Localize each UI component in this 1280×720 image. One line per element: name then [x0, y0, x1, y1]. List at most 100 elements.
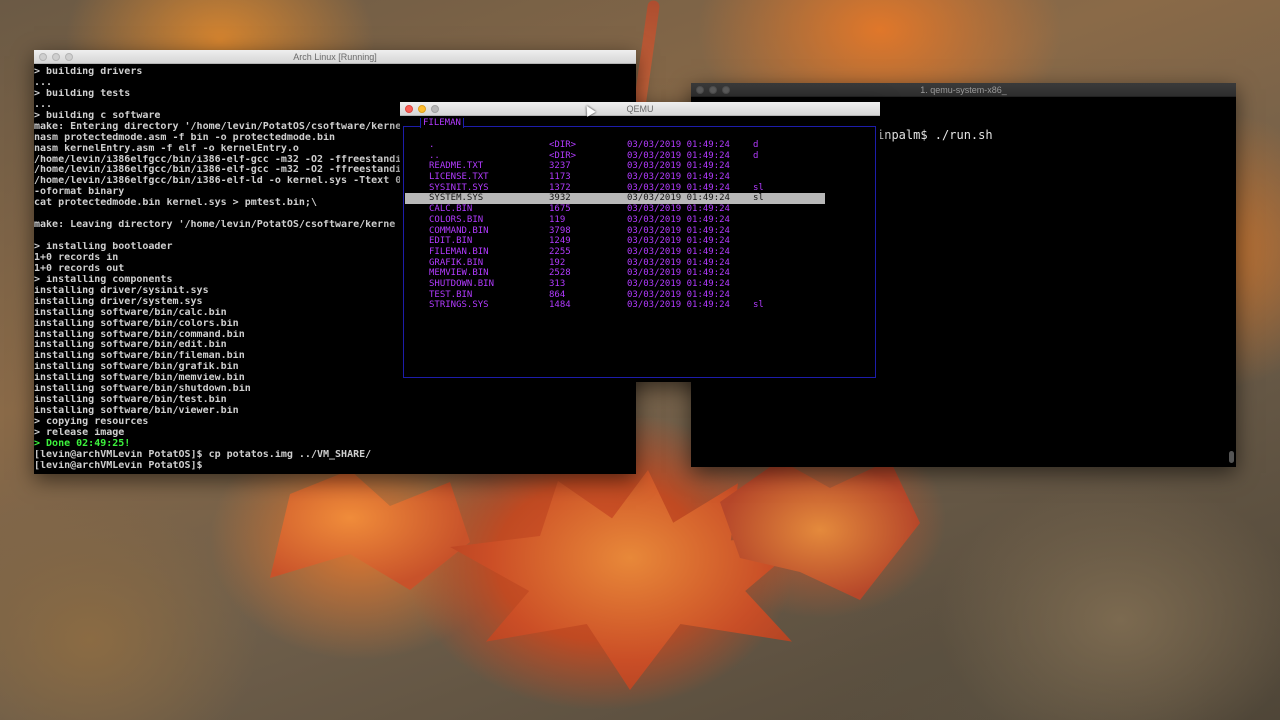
- minimize-button[interactable]: [709, 86, 717, 94]
- file-name: COMMAND.BIN: [429, 225, 489, 236]
- close-button[interactable]: [696, 86, 704, 94]
- fileman-title: FILEMAN: [420, 118, 464, 128]
- file-attributes: d: [753, 150, 759, 161]
- window-controls: [39, 53, 73, 61]
- file-size: <DIR>: [549, 140, 577, 150]
- file-date: 03/03/2019 01:49:24: [627, 289, 730, 300]
- terminal-line: installing software/bin/shutdown.bin: [34, 384, 251, 395]
- file-name: README.TXT: [429, 161, 484, 172]
- file-row[interactable]: STRINGS.SYS 1484 03/03/2019 01:49:24 sl: [405, 300, 825, 311]
- terminal-line: ...: [34, 77, 53, 88]
- file-name: COLORS.BIN: [429, 214, 484, 225]
- file-size: 1484: [549, 300, 571, 311]
- file-row[interactable]: MEMVIEW.BIN 2528 03/03/2019 01:49:24: [405, 268, 825, 279]
- terminal-line: > release image: [34, 427, 125, 438]
- file-date: 03/03/2019 01:49:24: [627, 278, 730, 289]
- qemu-window[interactable]: QEMU FILEMAN . <DIR> 03/03/2019 01:49:24 d.…: [400, 102, 880, 382]
- terminal-line: > copying resources: [34, 417, 149, 427]
- minimize-button[interactable]: [52, 53, 60, 61]
- file-date: 03/03/2019 01:49:24: [627, 268, 730, 279]
- file-attributes: sl: [753, 182, 764, 193]
- file-date: 03/03/2019 01:49:24: [627, 214, 730, 225]
- window-title: Arch Linux [Running]: [293, 52, 377, 62]
- file-row[interactable]: TEST.BIN 864 03/03/2019 01:49:24: [405, 290, 825, 301]
- file-row[interactable]: . <DIR> 03/03/2019 01:49:24 d: [405, 140, 825, 151]
- file-size: 3798: [549, 225, 571, 236]
- file-size: 1249: [549, 236, 571, 247]
- file-name: ..: [429, 150, 440, 161]
- file-row[interactable]: COMMAND.BIN 3798 03/03/2019 01:49:24: [405, 226, 825, 237]
- file-row[interactable]: COLORS.BIN 119 03/03/2019 01:49:24: [405, 215, 825, 226]
- file-size: 192: [549, 257, 566, 268]
- file-date: 03/03/2019 01:49:24: [627, 257, 730, 268]
- file-size: 1173: [549, 172, 571, 183]
- file-name: GRAFIK.BIN: [429, 257, 484, 268]
- emulator-screen[interactable]: FILEMAN . <DIR> 03/03/2019 01:49:24 d.. <DIR…: [400, 116, 880, 381]
- file-attributes: sl: [753, 193, 764, 204]
- file-size: 119: [549, 214, 566, 225]
- file-name: .: [429, 140, 435, 150]
- file-row[interactable]: README.TXT 3237 03/03/2019 01:49:24: [405, 161, 825, 172]
- file-size: 1675: [549, 204, 571, 215]
- file-name: STRINGS.SYS: [429, 300, 489, 311]
- file-size: 2255: [549, 246, 571, 257]
- window-controls: [696, 86, 730, 94]
- file-name: TEST.BIN: [429, 289, 473, 300]
- zoom-button[interactable]: [65, 53, 73, 61]
- minimize-button[interactable]: [418, 105, 426, 113]
- file-size: 313: [549, 278, 566, 289]
- file-date: 03/03/2019 01:49:24: [627, 140, 730, 150]
- file-name: MEMVIEW.BIN: [429, 268, 489, 279]
- file-date: 03/03/2019 01:49:24: [627, 300, 730, 311]
- terminal-line: > building tests: [34, 88, 131, 99]
- file-row[interactable]: CALC.BIN 1675 03/03/2019 01:49:24: [405, 204, 825, 215]
- file-name: SYSTEM.SYS: [429, 193, 484, 204]
- file-row[interactable]: SYSTEM.SYS 3932 03/03/2019 01:49:24 sl: [405, 193, 825, 205]
- wallpaper-leaf: [270, 470, 470, 590]
- terminal-line: > building drivers: [34, 67, 143, 77]
- window-title: QEMU: [626, 104, 654, 114]
- close-button[interactable]: [39, 53, 47, 61]
- terminal-line: [levin@archVMLevin PotatOS]$ cp potatos.…: [34, 449, 372, 460]
- file-name: LICENSE.TXT: [429, 172, 489, 183]
- file-name: SYSINIT.SYS: [429, 182, 489, 193]
- file-name: SHUTDOWN.BIN: [429, 278, 495, 289]
- file-date: 03/03/2019 01:49:24: [627, 236, 730, 247]
- terminal-line: installing software/bin/viewer.bin: [34, 406, 239, 417]
- zoom-button[interactable]: [722, 86, 730, 94]
- file-date: 03/03/2019 01:49:24: [627, 182, 730, 193]
- file-row[interactable]: EDIT.BIN 1249 03/03/2019 01:49:24: [405, 236, 825, 247]
- terminal-line: [levin@archVMLevin PotatOS]$: [34, 460, 203, 471]
- file-size: 3237: [549, 161, 571, 172]
- file-date: 03/03/2019 01:49:24: [627, 204, 730, 215]
- file-row[interactable]: LICENSE.TXT 1173 03/03/2019 01:49:24: [405, 172, 825, 183]
- file-size: 864: [549, 289, 566, 300]
- file-date: 03/03/2019 01:49:24: [627, 150, 730, 161]
- file-row[interactable]: FILEMAN.BIN 2255 03/03/2019 01:49:24: [405, 247, 825, 258]
- close-button[interactable]: [405, 105, 413, 113]
- window-titlebar[interactable]: QEMU: [400, 102, 880, 116]
- file-attributes: d: [753, 140, 759, 150]
- file-name: CALC.BIN: [429, 204, 473, 215]
- file-size: 1372: [549, 182, 571, 193]
- file-row[interactable]: SYSINIT.SYS 1372 03/03/2019 01:49:24 sl: [405, 183, 825, 194]
- file-list[interactable]: . <DIR> 03/03/2019 01:49:24 d.. <DIR> 03/03/2…: [405, 140, 825, 311]
- file-date: 03/03/2019 01:49:24: [627, 161, 730, 172]
- window-titlebar[interactable]: 1. qemu-system-x86_: [691, 83, 1236, 97]
- file-name: EDIT.BIN: [429, 236, 473, 247]
- window-controls: [405, 105, 439, 113]
- file-name: FILEMAN.BIN: [429, 246, 489, 257]
- file-date: 03/03/2019 01:49:24: [627, 172, 730, 183]
- file-row[interactable]: GRAFIK.BIN 192 03/03/2019 01:49:24: [405, 258, 825, 269]
- file-row[interactable]: SHUTDOWN.BIN 313 03/03/2019 01:49:24: [405, 279, 825, 290]
- file-attributes: sl: [753, 300, 764, 311]
- window-titlebar[interactable]: Arch Linux [Running]: [34, 50, 636, 64]
- scrollbar[interactable]: [1229, 451, 1234, 463]
- file-size: 2528: [549, 268, 571, 279]
- zoom-button[interactable]: [431, 105, 439, 113]
- file-row[interactable]: .. <DIR> 03/03/2019 01:49:24 d: [405, 151, 825, 162]
- terminal-line: > Done 02:49:25!: [34, 438, 131, 449]
- window-title: 1. qemu-system-x86_: [920, 85, 1007, 95]
- file-date: 03/03/2019 01:49:24: [627, 225, 730, 236]
- terminal-line: installing software/bin/test.bin: [34, 395, 227, 406]
